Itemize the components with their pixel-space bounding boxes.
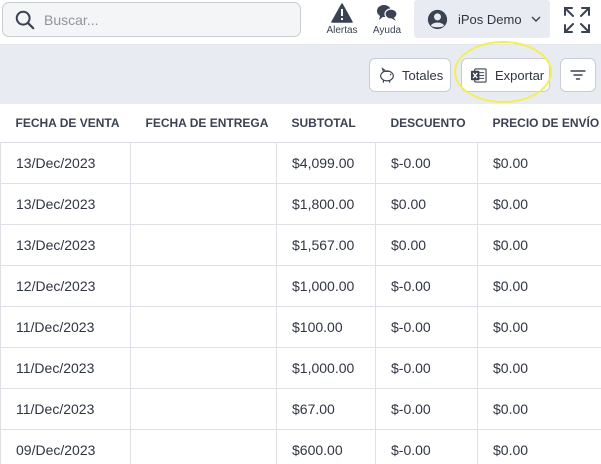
cell-discount: $-0.00 xyxy=(375,142,478,184)
user-avatar-icon xyxy=(427,9,448,29)
table-row[interactable]: 09/Dec/2023 $600.00 $-0.00 $0.00 xyxy=(0,429,601,464)
search-icon xyxy=(15,10,35,29)
help-chat-icon xyxy=(377,5,398,21)
cell-discount: $-0.00 xyxy=(375,265,478,307)
cell-delivery-date xyxy=(130,265,277,307)
totals-button[interactable]: Totales xyxy=(369,58,451,92)
table-row[interactable]: 13/Dec/2023 $1,800.00 $0.00 $0.00 xyxy=(0,183,601,225)
cell-subtotal: $600.00 xyxy=(276,429,376,464)
cell-discount: $-0.00 xyxy=(375,388,478,430)
user-menu-button[interactable]: iPos Demo xyxy=(414,0,550,38)
cell-sale-date: 13/Dec/2023 xyxy=(0,183,131,225)
cell-shipping: $0.00 xyxy=(477,306,601,348)
table-row[interactable]: 13/Dec/2023 $4,099.00 $-0.00 $0.00 xyxy=(0,142,601,184)
sales-table: FECHA DE VENTA FECHA DE ENTREGA SUBTOTAL… xyxy=(0,104,601,464)
user-name: iPos Demo xyxy=(458,11,522,27)
filter-icon xyxy=(570,70,586,80)
search-input[interactable] xyxy=(44,11,284,28)
cell-sale-date: 09/Dec/2023 xyxy=(0,429,131,464)
cell-subtotal: $1,000.00 xyxy=(276,265,376,307)
column-header-delivery-date[interactable]: FECHA DE ENTREGA xyxy=(130,104,277,143)
cell-delivery-date xyxy=(130,347,277,389)
table-row[interactable]: 11/Dec/2023 $1,000.00 $-0.00 $0.00 xyxy=(0,347,601,389)
table-header-row: FECHA DE VENTA FECHA DE ENTREGA SUBTOTAL… xyxy=(0,104,601,143)
table-row[interactable]: 13/Dec/2023 $1,567.00 $0.00 $0.00 xyxy=(0,224,601,266)
column-header-sale-date[interactable]: FECHA DE VENTA xyxy=(0,104,131,143)
column-header-subtotal[interactable]: SUBTOTAL xyxy=(276,104,376,143)
cell-discount: $-0.00 xyxy=(375,306,478,348)
search-box[interactable] xyxy=(2,2,301,37)
help-label: Ayuda xyxy=(372,25,402,36)
totals-label: Totales xyxy=(402,67,444,83)
filter-button[interactable] xyxy=(560,58,596,92)
cell-sale-date: 13/Dec/2023 xyxy=(0,142,131,184)
cell-sale-date: 11/Dec/2023 xyxy=(0,388,131,430)
table-row[interactable]: 11/Dec/2023 $100.00 $-0.00 $0.00 xyxy=(0,306,601,348)
cell-shipping: $0.00 xyxy=(477,224,601,266)
cell-discount: $-0.00 xyxy=(375,429,478,464)
table-row[interactable]: 12/Dec/2023 $1,000.00 $-0.00 $0.00 xyxy=(0,265,601,307)
cell-sale-date: 13/Dec/2023 xyxy=(0,224,131,266)
cell-shipping: $0.00 xyxy=(477,429,601,464)
alerts-button[interactable]: Alertas xyxy=(324,3,360,36)
cell-delivery-date xyxy=(130,429,277,464)
sales-table-container: FECHA DE VENTA FECHA DE ENTREGA SUBTOTAL… xyxy=(0,104,601,464)
cell-subtotal: $100.00 xyxy=(276,306,376,348)
top-header: Alertas Ayuda iPos Demo xyxy=(0,0,601,45)
column-header-discount[interactable]: DESCUENTO xyxy=(375,104,478,143)
cell-sale-date: 11/Dec/2023 xyxy=(0,306,131,348)
cell-delivery-date xyxy=(130,388,277,430)
cell-sale-date: 11/Dec/2023 xyxy=(0,347,131,389)
cell-subtotal: $4,099.00 xyxy=(276,142,376,184)
alert-icon xyxy=(331,3,353,23)
excel-icon xyxy=(470,67,487,83)
cell-subtotal: $67.00 xyxy=(276,388,376,430)
cell-shipping: $0.00 xyxy=(477,142,601,184)
cell-shipping: $0.00 xyxy=(477,183,601,225)
expand-icon[interactable] xyxy=(562,5,592,35)
cell-shipping: $0.00 xyxy=(477,388,601,430)
cell-discount: $0.00 xyxy=(375,224,478,266)
cell-shipping: $0.00 xyxy=(477,347,601,389)
cell-subtotal: $1,000.00 xyxy=(276,347,376,389)
cell-delivery-date xyxy=(130,224,277,266)
cell-delivery-date xyxy=(130,142,277,184)
export-label: Exportar xyxy=(495,67,545,83)
cell-delivery-date xyxy=(130,183,277,225)
cell-discount: $-0.00 xyxy=(375,347,478,389)
chevron-down-icon xyxy=(531,16,541,22)
export-button[interactable]: Exportar xyxy=(461,58,550,92)
piggy-bank-icon xyxy=(380,67,394,83)
cell-delivery-date xyxy=(130,306,277,348)
cell-shipping: $0.00 xyxy=(477,265,601,307)
cell-discount: $0.00 xyxy=(375,183,478,225)
table-row[interactable]: 11/Dec/2023 $67.00 $-0.00 $0.00 xyxy=(0,388,601,430)
alerts-label: Alertas xyxy=(326,25,358,36)
cell-sale-date: 12/Dec/2023 xyxy=(0,265,131,307)
cell-subtotal: $1,567.00 xyxy=(276,224,376,266)
cell-subtotal: $1,800.00 xyxy=(276,183,376,225)
column-header-shipping[interactable]: PRECIO DE ENVÍO xyxy=(477,104,601,143)
help-button[interactable]: Ayuda xyxy=(370,3,404,36)
